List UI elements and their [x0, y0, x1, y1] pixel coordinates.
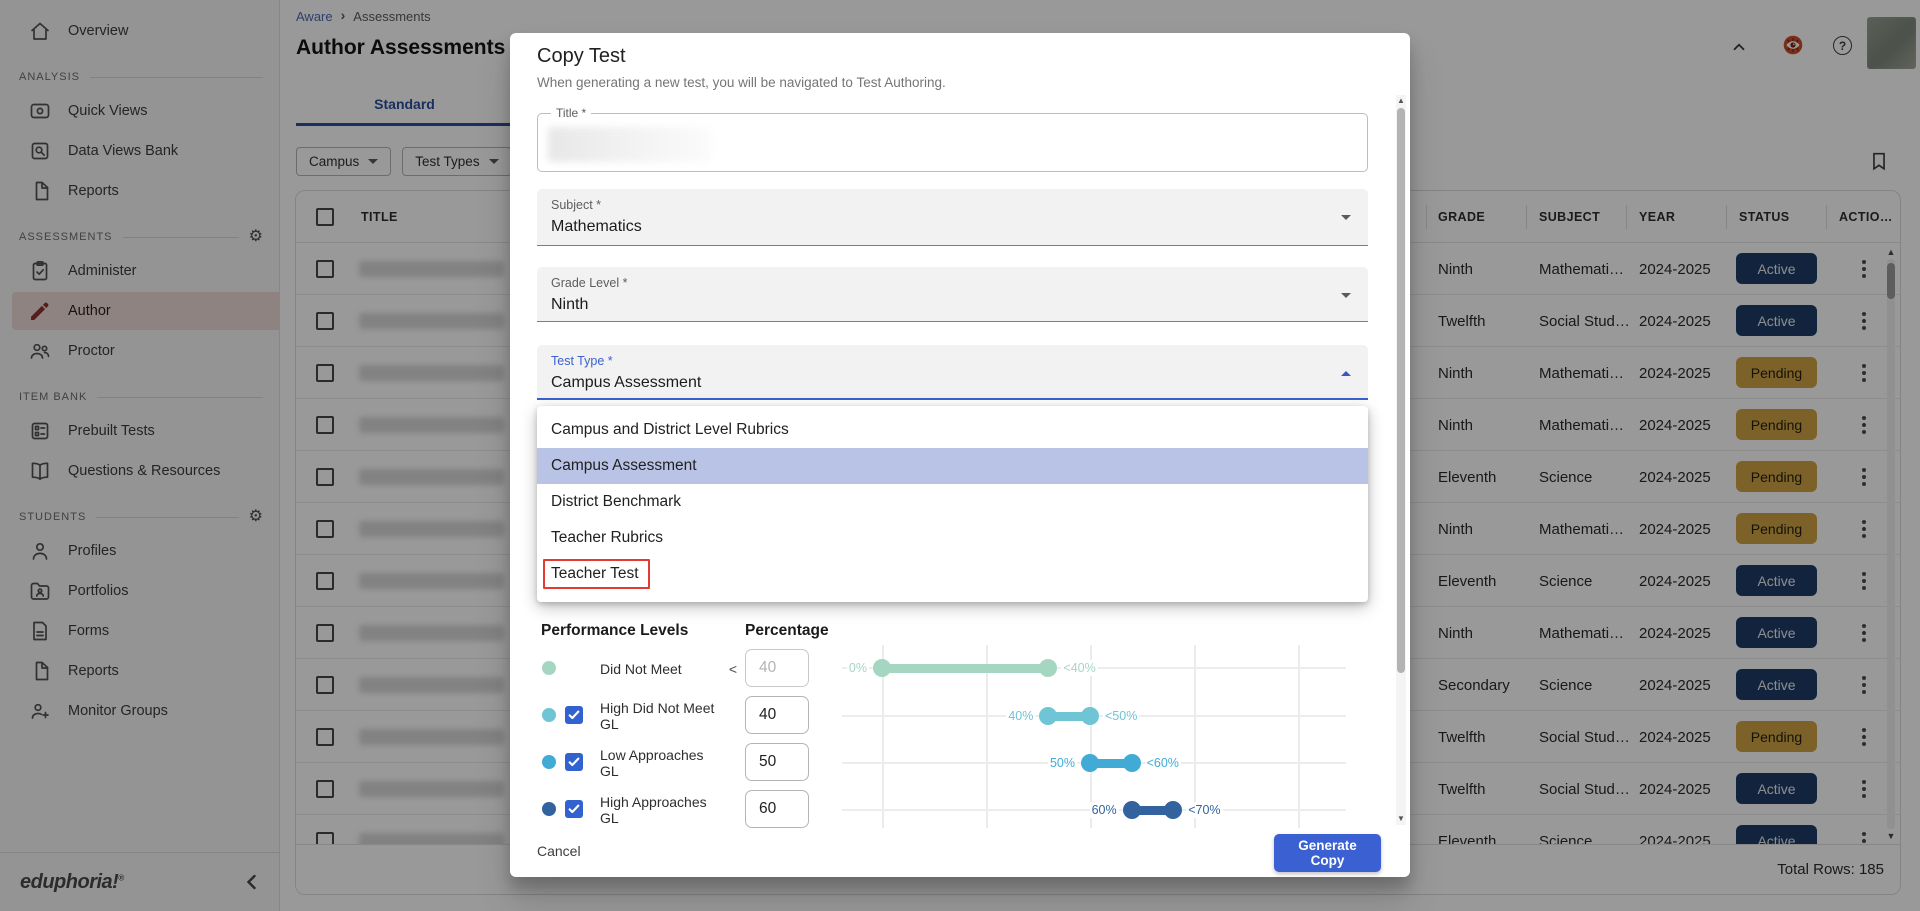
slider-right-label: <40% [1061, 660, 1097, 676]
test-type-select[interactable]: Test Type * Campus Assessment [537, 345, 1368, 400]
grade-level-select[interactable]: Grade Level * Ninth [537, 267, 1368, 322]
app-root: Aware › Assessments Author Assessments S… [0, 0, 1920, 911]
slider-left-label: 0% [847, 660, 869, 676]
slider-left-label: 60% [1090, 802, 1119, 818]
annotated-option-label: Teacher Test [543, 559, 650, 589]
dropdown-option-campus-assessment[interactable]: Campus Assessment [537, 448, 1368, 484]
level-label: High Did Not Meet GL [600, 692, 726, 739]
slider-left-label: 50% [1048, 755, 1077, 771]
modal-subtitle: When generating a new test, you will be … [537, 75, 946, 90]
percentage-input-high-did-not-meet-gl[interactable] [745, 696, 809, 734]
dropdown-option-campus-and-district-level-rubrics[interactable]: Campus and District Level Rubrics [537, 412, 1368, 448]
performance-levels-header: Performance Levels [541, 622, 688, 640]
percentage-input-low-approaches-gl[interactable] [745, 743, 809, 781]
slider-right-label: <60% [1145, 755, 1181, 771]
title-field-redacted-value [548, 127, 711, 162]
grade-level-value: Ninth [551, 296, 588, 314]
slider-handle[interactable] [1164, 801, 1182, 819]
slider-right-label: <70% [1186, 802, 1222, 818]
slider-handle[interactable] [1123, 801, 1141, 819]
dropdown-option-district-benchmark[interactable]: District Benchmark [537, 484, 1368, 520]
performance-slider-chart: 0% <40% 40% <50% 50% <60% 60% <70% [842, 622, 1369, 828]
scrollbar-down-icon[interactable]: ▼ [1396, 813, 1406, 825]
test-type-value: Campus Assessment [551, 374, 701, 392]
option-label: District Benchmark [551, 493, 681, 511]
level-label: High Approaches GL [600, 786, 726, 833]
slider-range-bar [882, 664, 1048, 673]
level-color-dot [542, 708, 556, 722]
slider-handle[interactable] [1081, 707, 1099, 725]
test-type-dropdown-menu: Campus and District Level Rubrics Campus … [537, 406, 1368, 602]
slider-handle[interactable] [1123, 754, 1141, 772]
chevron-down-icon [1341, 293, 1351, 298]
title-field[interactable]: Title * [537, 113, 1368, 172]
option-label: Teacher Rubrics [551, 529, 663, 547]
performance-level-row-high-did-not-meet-gl: High Did Not Meet GL [510, 692, 840, 739]
percentage-input-did-not-meet [745, 649, 809, 687]
chevron-up-icon [1341, 371, 1351, 376]
performance-level-row-low-approaches-gl: Low Approaches GL [510, 739, 840, 786]
subject-select[interactable]: Subject * Mathematics [537, 189, 1368, 246]
option-label: Campus and District Level Rubrics [551, 421, 789, 439]
level-checkbox[interactable] [565, 800, 583, 818]
modal-scrollbar-thumb[interactable] [1397, 108, 1405, 673]
performance-level-row-did-not-meet: Did Not Meet< [510, 645, 840, 692]
level-color-dot [542, 802, 556, 816]
level-label: Did Not Meet [600, 645, 726, 692]
performance-level-row-high-approaches-gl: High Approaches GL [510, 786, 840, 833]
title-field-label: Title * [551, 106, 591, 120]
modal-title: Copy Test [537, 45, 626, 68]
modal-scrollbar[interactable]: ▲ ▼ [1396, 95, 1406, 825]
generate-copy-button[interactable]: Generate Copy [1274, 834, 1381, 872]
cancel-button[interactable]: Cancel [537, 843, 581, 859]
slider-handle[interactable] [1039, 659, 1057, 677]
percentage-input-high-approaches-gl[interactable] [745, 790, 809, 828]
level-checkbox[interactable] [565, 706, 583, 724]
chevron-down-icon [1341, 215, 1351, 220]
scrollbar-up-icon[interactable]: ▲ [1396, 95, 1406, 107]
level-color-dot [542, 755, 556, 769]
grade-level-label: Grade Level * [551, 276, 627, 290]
level-label: Low Approaches GL [600, 739, 726, 786]
option-label: Campus Assessment [551, 457, 697, 475]
slider-handle[interactable] [1081, 754, 1099, 772]
level-checkbox[interactable] [565, 753, 583, 771]
dropdown-option-teacher-test[interactable]: Teacher Test [537, 556, 1368, 592]
level-color-dot [542, 661, 556, 675]
slider-left-label: 40% [1006, 708, 1035, 724]
less-than-symbol: < [726, 645, 740, 692]
slider-handle[interactable] [1039, 707, 1057, 725]
percentage-header: Percentage [745, 622, 829, 640]
test-type-label: Test Type * [551, 354, 613, 368]
dropdown-option-teacher-rubrics[interactable]: Teacher Rubrics [537, 520, 1368, 556]
slider-right-label: <50% [1103, 708, 1139, 724]
slider-handle[interactable] [873, 659, 891, 677]
subject-value: Mathematics [551, 218, 642, 236]
subject-label: Subject * [551, 198, 601, 212]
